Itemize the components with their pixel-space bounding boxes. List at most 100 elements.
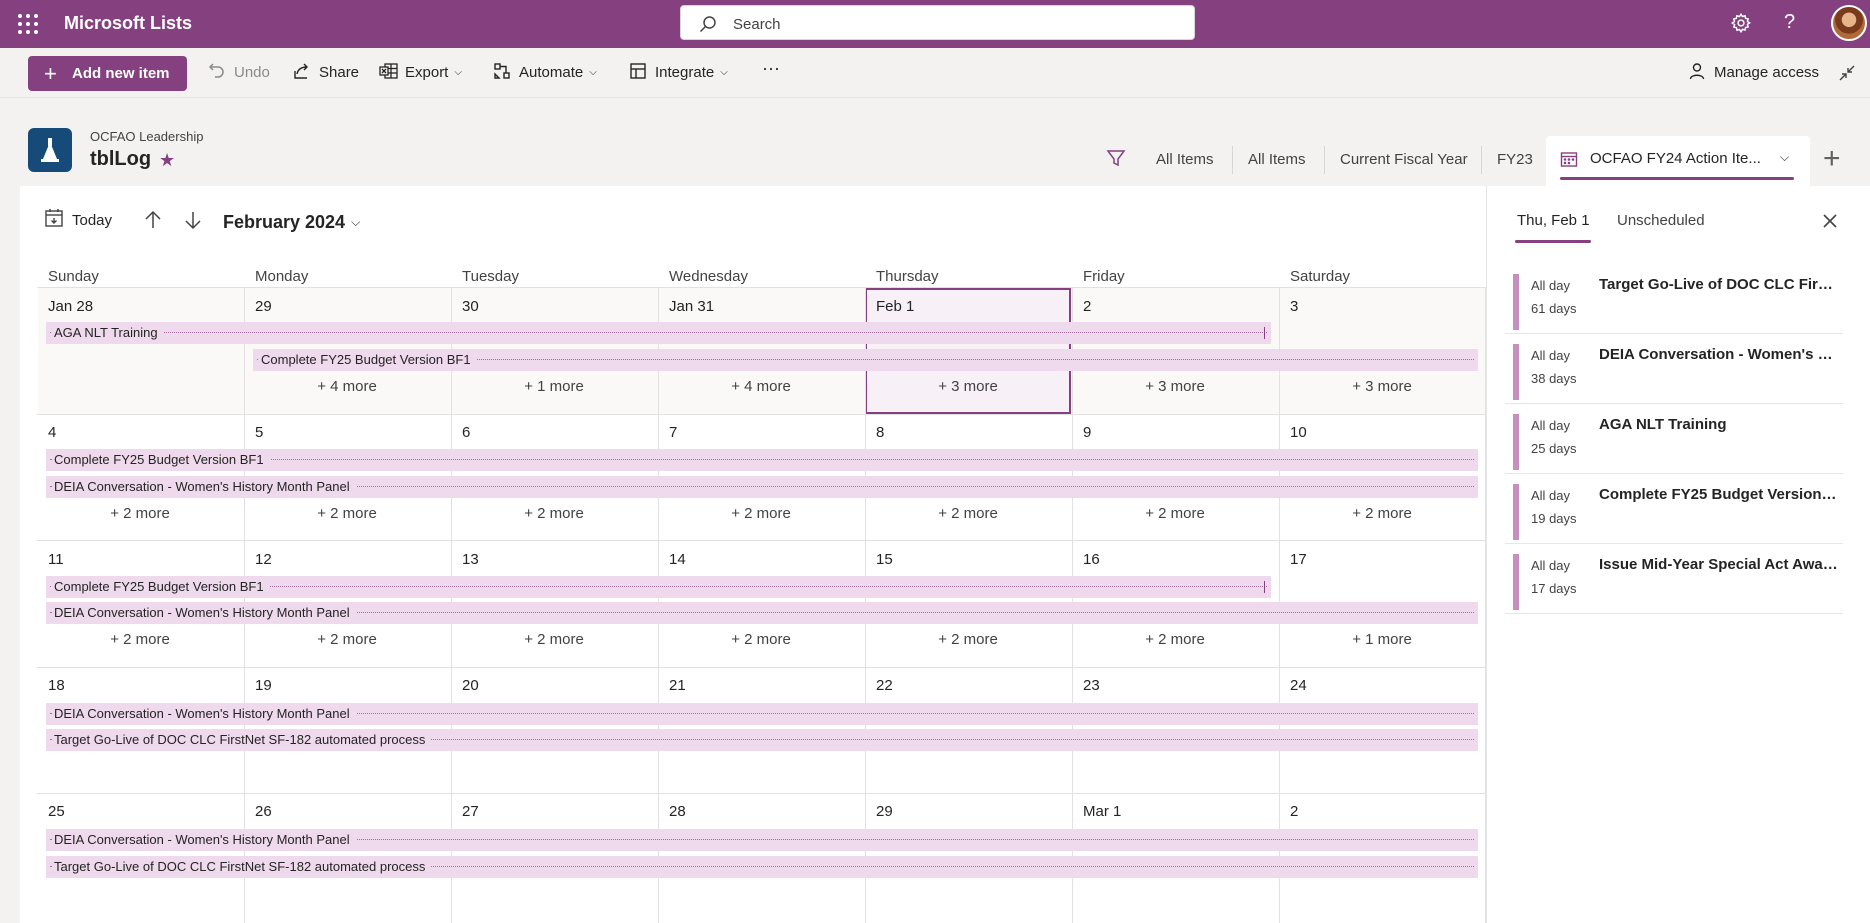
day-number[interactable]: 14	[669, 551, 686, 568]
arrow-down-icon[interactable]	[184, 210, 202, 230]
page-title[interactable]: tblLog	[90, 148, 151, 171]
day-number[interactable]: 28	[669, 803, 686, 820]
event-bar[interactable]: Complete FY25 Budget Version BF1	[46, 449, 1478, 471]
agenda-item[interactable]: All day 61 days Target Go-Live of DOC CL…	[1505, 266, 1843, 334]
more-link[interactable]: + 2 more	[451, 505, 657, 522]
day-number[interactable]: 24	[1290, 677, 1307, 694]
add-view-button[interactable]: +	[1823, 142, 1841, 176]
tab-all-items-1[interactable]: All Items	[1156, 151, 1214, 168]
day-number[interactable]: 11	[48, 551, 64, 568]
collapse-icon[interactable]	[1838, 64, 1856, 82]
more-link[interactable]: + 2 more	[244, 505, 450, 522]
day-number[interactable]: 17	[1290, 551, 1307, 568]
agenda-item[interactable]: All day 19 days Complete FY25 Budget Ver…	[1505, 476, 1843, 544]
day-number[interactable]: Jan 31	[669, 298, 714, 315]
day-number[interactable]: 26	[255, 803, 272, 820]
app-name[interactable]: Microsoft Lists	[64, 13, 192, 34]
day-number[interactable]: 15	[876, 551, 893, 568]
integrate-icon	[629, 62, 647, 80]
close-icon[interactable]	[1821, 212, 1839, 230]
active-tab-underline	[1515, 240, 1591, 243]
day-number[interactable]: 30	[462, 298, 479, 315]
event-bar[interactable]: DEIA Conversation - Women's History Mont…	[46, 829, 1478, 851]
event-bar[interactable]: Complete FY25 Budget Version BF1	[253, 349, 1478, 371]
day-number[interactable]: 2	[1083, 298, 1091, 315]
day-number[interactable]: 27	[462, 803, 479, 820]
day-number[interactable]: 19	[255, 677, 272, 694]
day-number[interactable]: 22	[876, 677, 893, 694]
add-new-item-button[interactable]: + Add new item	[28, 56, 187, 91]
event-bar[interactable]: DEIA Conversation - Women's History Mont…	[46, 602, 1478, 624]
day-number[interactable]: Mar 1	[1083, 803, 1121, 820]
filter-icon[interactable]	[1106, 148, 1126, 168]
event-bar[interactable]: Complete FY25 Budget Version BF1	[46, 576, 1271, 598]
top-bar: Microsoft Lists Search ?	[0, 0, 1870, 48]
day-number[interactable]: 4	[48, 424, 56, 441]
day-number[interactable]: 5	[255, 424, 263, 441]
more-link[interactable]: + 2 more	[865, 631, 1071, 648]
day-number[interactable]: 13	[462, 551, 479, 568]
event-bar[interactable]: Target Go-Live of DOC CLC FirstNet SF-18…	[46, 729, 1478, 751]
tab-selected-day[interactable]: Thu, Feb 1	[1517, 212, 1590, 229]
day-number[interactable]: 20	[462, 677, 479, 694]
agenda-item[interactable]: All day 25 days AGA NLT Training	[1505, 406, 1843, 474]
event-bar[interactable]: DEIA Conversation - Women's History Mont…	[46, 476, 1478, 498]
tab-all-items-2[interactable]: All Items	[1248, 151, 1306, 168]
more-link[interactable]: + 2 more	[1279, 505, 1485, 522]
day-number[interactable]: 23	[1083, 677, 1100, 694]
tab-ocfao-fy24-action-items[interactable]: OCFAO FY24 Action Ite... ⌵	[1546, 136, 1810, 186]
more-commands-button[interactable]: ···	[762, 58, 780, 79]
more-link[interactable]: + 3 more	[1072, 378, 1278, 395]
avatar[interactable]	[1831, 5, 1867, 41]
more-link[interactable]: + 2 more	[1072, 505, 1278, 522]
more-link[interactable]: + 1 more	[451, 378, 657, 395]
more-link[interactable]: + 2 more	[244, 631, 450, 648]
agenda-item[interactable]: All day 17 days Issue Mid-Year Special A…	[1505, 546, 1843, 614]
event-bar[interactable]: DEIA Conversation - Women's History Mont…	[46, 703, 1478, 725]
day-number[interactable]: 9	[1083, 424, 1091, 441]
day-number[interactable]: Feb 1	[876, 298, 914, 315]
more-link[interactable]: + 2 more	[865, 505, 1071, 522]
more-link[interactable]: + 1 more	[1279, 631, 1485, 648]
day-number[interactable]: 7	[669, 424, 677, 441]
day-number[interactable]: Jan 28	[48, 298, 93, 315]
month-picker[interactable]: February 2024 ⌵	[223, 212, 360, 233]
more-link[interactable]: + 4 more	[658, 378, 864, 395]
breadcrumb[interactable]: OCFAO Leadership	[90, 129, 203, 144]
more-link[interactable]: + 3 more	[1279, 378, 1485, 395]
day-number[interactable]: 2	[1290, 803, 1298, 820]
search-box[interactable]: Search	[680, 5, 1195, 40]
more-link[interactable]: + 2 more	[451, 631, 657, 648]
arrow-up-icon[interactable]	[144, 210, 162, 230]
more-link[interactable]: + 3 more	[865, 378, 1071, 395]
day-number[interactable]: 29	[876, 803, 893, 820]
day-number[interactable]: 18	[48, 677, 65, 694]
agenda-item[interactable]: All day 38 days DEIA Conversation - Wome…	[1505, 336, 1843, 404]
more-link[interactable]: + 4 more	[244, 378, 450, 395]
gear-icon[interactable]	[1730, 12, 1752, 34]
day-number[interactable]: 25	[48, 803, 65, 820]
favorite-star-icon[interactable]: ★	[159, 150, 175, 171]
day-number[interactable]: 21	[669, 677, 686, 694]
help-icon[interactable]: ?	[1784, 11, 1795, 34]
day-number[interactable]: 10	[1290, 424, 1307, 441]
more-link[interactable]: + 2 more	[1072, 631, 1278, 648]
day-number[interactable]: 16	[1083, 551, 1100, 568]
more-link[interactable]: + 2 more	[658, 505, 864, 522]
day-number[interactable]: 6	[462, 424, 470, 441]
more-link[interactable]: + 2 more	[37, 631, 243, 648]
tab-current-fiscal-year[interactable]: Current Fiscal Year	[1340, 151, 1468, 168]
day-number[interactable]: 3	[1290, 298, 1298, 315]
event-bar[interactable]: Target Go-Live of DOC CLC FirstNet SF-18…	[46, 856, 1478, 878]
more-link[interactable]: + 2 more	[37, 505, 243, 522]
app-launcher-icon[interactable]	[16, 12, 40, 36]
grid-line	[37, 287, 1486, 288]
active-tab-underline	[1560, 177, 1794, 180]
event-bar[interactable]: AGA NLT Training	[46, 322, 1271, 344]
day-number[interactable]: 29	[255, 298, 272, 315]
tab-fy23[interactable]: FY23	[1497, 151, 1533, 168]
more-link[interactable]: + 2 more	[658, 631, 864, 648]
day-number[interactable]: 8	[876, 424, 884, 441]
day-number[interactable]: 12	[255, 551, 272, 568]
tab-unscheduled[interactable]: Unscheduled	[1617, 212, 1705, 229]
